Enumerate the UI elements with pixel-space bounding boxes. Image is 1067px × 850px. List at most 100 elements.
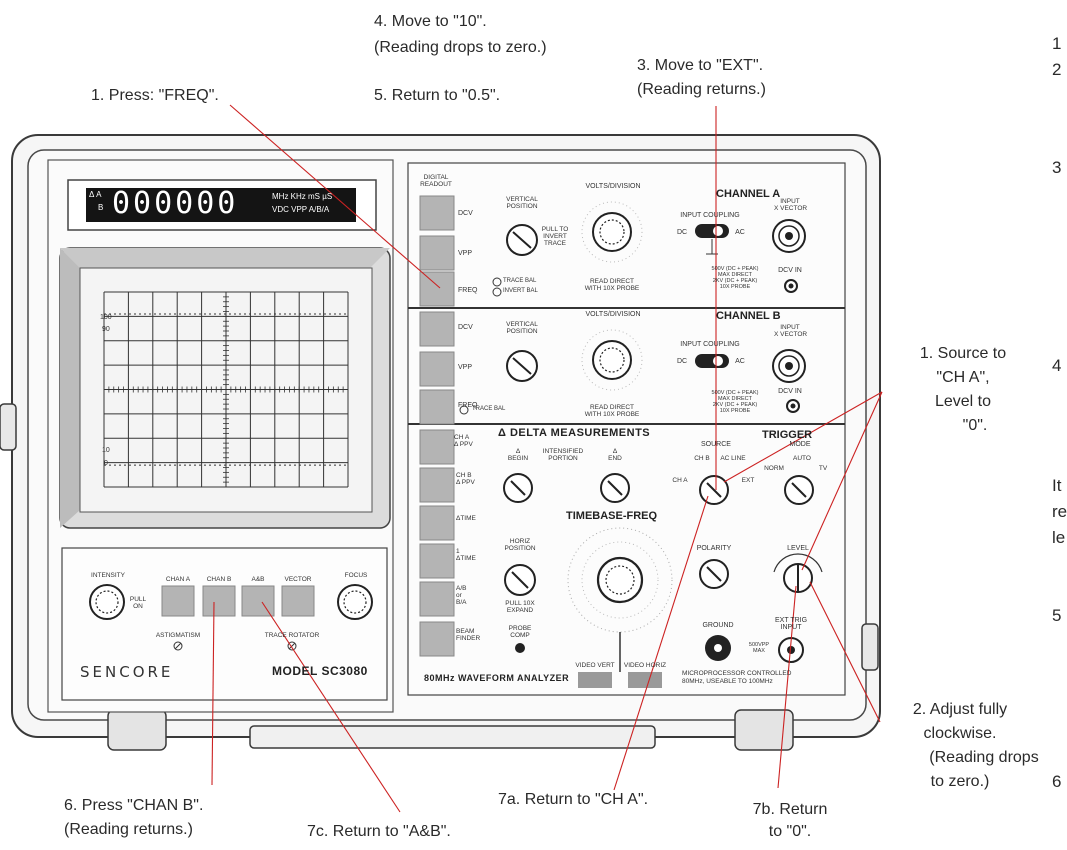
display-units-bot: VDC VPP A/B/A xyxy=(272,205,330,214)
level-label: LEVEL xyxy=(787,545,809,552)
src-chb-label: CH B xyxy=(694,455,710,462)
annotation-adjust-l1: 2. Adjust fully xyxy=(912,701,1008,718)
edge-fragment-re: re xyxy=(1052,502,1067,521)
cha-pull-invert-label: PULL TO INVERT TRACE xyxy=(541,226,569,247)
intensity-label: INTENSITY xyxy=(91,572,125,579)
digital-readout-label: DIGITAL READOUT xyxy=(420,174,452,188)
ground-label: GROUND xyxy=(702,622,734,629)
chb-vertical-position-label: VERTICAL POSITION xyxy=(506,321,538,335)
side-label-dtime: ΔTIME xyxy=(456,515,476,522)
side-label-cha-dppv: CH A Δ PPV xyxy=(454,434,473,448)
side-label-dcv-a: DCV xyxy=(458,210,473,217)
chb-ac-label: AC xyxy=(735,358,745,365)
cha-dcv-in-label: DCV IN xyxy=(778,267,802,274)
focus-label: FOCUS xyxy=(344,572,368,579)
chb-volts-division-label: VOLTS/DIVISION xyxy=(585,311,641,318)
pull-on-label: PULL ON xyxy=(129,596,147,610)
graticule-label-100: 100 xyxy=(100,314,112,321)
channel-b-title: CHANNEL B xyxy=(716,310,781,322)
cha-input-coupling-label: INPUT COUPLING xyxy=(680,212,740,219)
trigger-title: TRIGGER xyxy=(762,429,813,441)
a-and-b-label: A&B xyxy=(251,576,265,583)
annotation-source-l4: "0". xyxy=(962,417,988,434)
chan-b-label: CHAN B xyxy=(206,576,232,583)
annotation-source-l3: Level to xyxy=(934,393,992,410)
annotation-adjust-l3: (Reading drops xyxy=(929,749,1039,766)
instrument-panel: Δ A B 000000 MHz KHz mS µS VDC VPP A/B/A… xyxy=(0,0,1067,850)
annotation-return-0-l2: to "0". xyxy=(768,823,812,840)
channel-a-title: CHANNEL A xyxy=(716,188,781,200)
ext-trig-label: EXT TRIG INPUT xyxy=(774,617,808,631)
vector-label: VECTOR xyxy=(284,576,312,583)
side-label-ab-ba: A/B or B/A xyxy=(456,585,467,606)
vpp-max-label: 500VPP MAX xyxy=(748,642,770,654)
intensified-portion-label: INTENSIFIED PORTION xyxy=(542,448,584,462)
annotation-source-l1: 1. Source to xyxy=(919,345,1007,362)
video-horiz-label: VIDEO HORIZ xyxy=(623,662,667,669)
mode-auto-label: AUTO xyxy=(793,455,811,462)
chb-read-direct-label: READ DIRECT WITH 10X PROBE xyxy=(584,404,640,418)
model-label: MODEL SC3080 xyxy=(272,664,368,678)
cha-read-direct-label: READ DIRECT WITH 10X PROBE xyxy=(584,278,640,292)
delta-end-label: Δ END xyxy=(608,448,622,462)
annotation-chan-b-l2: (Reading returns.) xyxy=(64,821,193,838)
side-label-chb-dppv: CH B Δ PPV xyxy=(456,472,475,486)
annotation-return-05: 5. Return to "0.5". xyxy=(374,87,501,104)
cha-vertical-position-label: VERTICAL POSITION xyxy=(506,196,538,210)
graticule-label-0: 0 xyxy=(104,460,108,467)
annotation-chan-b-l1: 6. Press "CHAN B". xyxy=(64,797,204,814)
annotation-move-ext-l2: (Reading returns.) xyxy=(637,81,766,98)
annotation-return-cha: 7a. Return to "CH A". xyxy=(498,791,649,808)
brand-logo: SENCORE xyxy=(80,663,174,681)
annotation-source-l2: "CH A", xyxy=(936,369,990,386)
side-label-vpp-b: VPP xyxy=(458,364,473,371)
annotation-adjust-l2: clockwise. xyxy=(923,725,997,742)
chb-trace-bal-label: TRACE BAL xyxy=(472,406,506,412)
display-prefix-bot: B xyxy=(98,203,104,212)
horiz-position-label: HORIZ POSITION xyxy=(504,538,536,552)
edge-fragment-6: 6 xyxy=(1052,772,1062,791)
edge-fragment-4: 4 xyxy=(1052,356,1062,375)
edge-fragment-3: 3 xyxy=(1052,158,1062,177)
annotation-move-ext-l1: 3. Move to "EXT". xyxy=(637,57,764,74)
cha-volts-division-label: VOLTS/DIVISION xyxy=(585,183,641,190)
side-label-dcv-b: DCV xyxy=(458,324,473,331)
src-cha-label: CH A xyxy=(672,477,688,484)
analyzer-subtitle: 80MHz WAVEFORM ANALYZER xyxy=(424,673,570,683)
cha-trace-bal-label: TRACE BAL xyxy=(503,278,537,284)
annotation-return-0-l1: 7b. Return xyxy=(752,801,828,818)
display-prefix-top: Δ A xyxy=(89,190,102,199)
chan-a-label: CHAN A xyxy=(165,576,191,583)
annotation-return-ab: 7c. Return to "A&B". xyxy=(307,823,451,840)
trigger-mode-label: MODE xyxy=(789,441,811,448)
graticule-label-90: 90 xyxy=(102,326,110,333)
chb-dc-label: DC xyxy=(676,358,688,365)
timebase-freq-title: TIMEBASE-FREQ xyxy=(566,510,658,522)
annotation-press-freq: 1. Press: "FREQ". xyxy=(91,87,219,104)
side-label-vpp-a: VPP xyxy=(458,250,473,257)
cha-invert-bal-label: INVERT BAL xyxy=(503,288,538,294)
src-ext-label: EXT xyxy=(741,477,755,484)
side-label-inv-dtime: 1 ΔTIME xyxy=(456,548,476,562)
side-label-beam-finder: BEAM FINDER xyxy=(456,628,481,642)
pull-expand-label: PULL 10X EXPAND xyxy=(505,600,535,614)
side-label-freq-a: FREQ xyxy=(458,287,478,294)
annotation-move-10-l1: 4. Move to "10". xyxy=(374,13,487,30)
display-digits: 000000 xyxy=(112,186,239,221)
display-units-top: MHz KHz mS µS xyxy=(272,192,333,201)
cha-input-label: INPUT X VECTOR xyxy=(774,198,808,212)
trigger-source-label: SOURCE xyxy=(701,441,731,448)
micro-label-1: MICROPROCESSOR CONTROLLED xyxy=(682,670,792,677)
annotation-move-10-l2: (Reading drops to zero.) xyxy=(374,39,547,56)
chb-input-label: INPUT X VECTOR xyxy=(774,324,808,338)
edge-fragment-2: 2 xyxy=(1052,60,1062,79)
astigmatism-label: ASTIGMATISM xyxy=(155,632,201,639)
video-vert-label: VIDEO VERT xyxy=(575,662,615,669)
micro-label-2: 80MHz, USEABLE TO 100MHz xyxy=(682,678,773,685)
edge-fragment-it: It xyxy=(1052,476,1062,495)
graticule-label-10: 10 xyxy=(102,447,110,454)
edge-fragment-5: 5 xyxy=(1052,606,1062,625)
edge-fragment-le: le xyxy=(1052,528,1066,547)
cha-ac-label: AC xyxy=(735,229,745,236)
annotation-adjust-l4: to zero.) xyxy=(930,773,990,790)
